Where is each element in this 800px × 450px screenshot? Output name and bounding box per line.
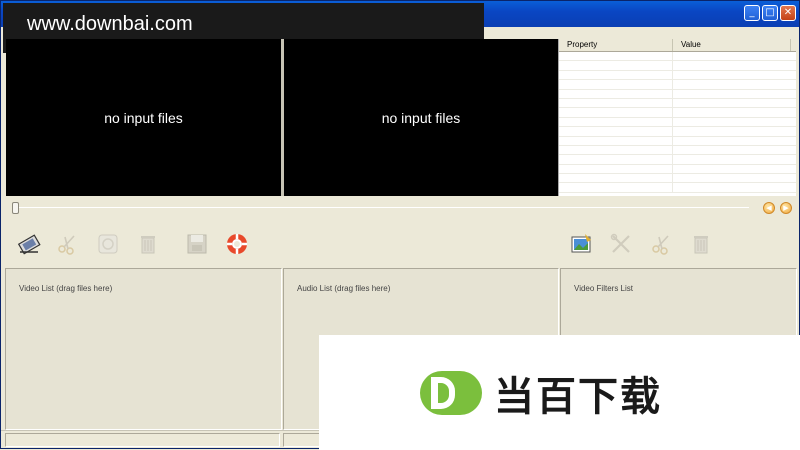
property-cell — [559, 136, 673, 145]
brand-text: 当百下载 — [494, 373, 662, 420]
minimize-button[interactable]: _ — [744, 5, 760, 21]
property-row[interactable] — [559, 61, 796, 71]
column-header-property[interactable]: Property — [559, 39, 673, 51]
info-icon — [98, 234, 118, 254]
brand-watermark: 当百下载 — [319, 335, 800, 450]
maximize-button[interactable]: □ — [762, 5, 778, 21]
property-row[interactable] — [559, 98, 796, 109]
next-frame-button[interactable]: ▶ — [780, 202, 792, 214]
property-cell — [559, 80, 673, 89]
property-row[interactable] — [559, 117, 796, 128]
property-cell — [559, 70, 673, 80]
property-cell — [559, 117, 673, 127]
open-video-icon — [17, 234, 41, 255]
cut-video-button — [54, 231, 80, 257]
property-rows — [559, 52, 796, 193]
output-preview: no input files — [284, 39, 558, 196]
brand-logo-icon — [420, 370, 482, 415]
property-cell — [559, 183, 673, 192]
help-button[interactable] — [224, 231, 250, 257]
delete-icon — [141, 236, 155, 254]
delete-video-button — [135, 231, 161, 257]
save-button — [184, 231, 210, 257]
property-table-header: Property Value — [559, 39, 796, 52]
property-cell — [559, 174, 673, 183]
property-row[interactable] — [559, 70, 796, 81]
property-row[interactable] — [559, 52, 796, 62]
info-button — [95, 231, 121, 257]
add-filter-icon — [571, 234, 591, 253]
input-preview-text: no input files — [104, 109, 183, 126]
cut-icon — [652, 235, 669, 255]
video-filters-list-caption: Video Filters List — [574, 284, 633, 293]
property-row[interactable] — [559, 155, 796, 165]
column-header-value[interactable]: Value — [673, 39, 791, 51]
property-row[interactable] — [559, 108, 796, 118]
watermark-url: www.downbai.com — [27, 13, 193, 35]
seek-track[interactable] — [15, 207, 749, 208]
video-list[interactable]: Video List (drag files here) — [5, 268, 282, 430]
property-row[interactable] — [559, 127, 796, 137]
property-cell — [559, 164, 673, 174]
previous-frame-button[interactable]: ◀ — [763, 202, 775, 214]
property-cell — [559, 89, 673, 98]
property-cell — [559, 108, 673, 117]
output-preview-text: no input files — [381, 109, 461, 126]
property-row[interactable] — [559, 145, 796, 156]
property-cell — [559, 61, 673, 70]
property-row[interactable] — [559, 183, 796, 193]
property-cell — [559, 145, 673, 155]
tools-icon — [610, 233, 630, 253]
save-icon — [187, 234, 207, 254]
property-cell — [559, 98, 673, 108]
property-row[interactable] — [559, 174, 796, 184]
input-preview: no input files — [6, 39, 281, 196]
delete-filter-button — [688, 231, 714, 257]
property-cell — [559, 52, 673, 61]
cut-filter-button — [648, 231, 674, 257]
audio-list-caption: Audio List (drag files here) — [297, 284, 391, 293]
property-row[interactable] — [559, 136, 796, 146]
window-controls: _ □ ✕ — [744, 5, 796, 21]
seek-slider-thumb[interactable] — [12, 202, 19, 214]
help-icon — [227, 234, 247, 254]
status-cell — [5, 433, 280, 447]
property-cell — [559, 155, 673, 164]
close-button[interactable]: ✕ — [780, 5, 796, 21]
video-list-caption: Video List (drag files here) — [19, 284, 113, 293]
cut-icon — [58, 235, 75, 255]
property-cell — [559, 127, 673, 136]
configure-filter-button — [608, 231, 634, 257]
add-filter-button[interactable] — [568, 231, 594, 257]
delete-icon — [694, 236, 708, 254]
property-row[interactable] — [559, 89, 796, 99]
app-window: _ □ ✕ www.downbai.com no input files no … — [0, 0, 800, 450]
property-row[interactable] — [559, 164, 796, 175]
property-table[interactable]: Property Value — [558, 39, 796, 196]
open-video-button[interactable] — [16, 231, 42, 257]
property-row[interactable] — [559, 80, 796, 90]
